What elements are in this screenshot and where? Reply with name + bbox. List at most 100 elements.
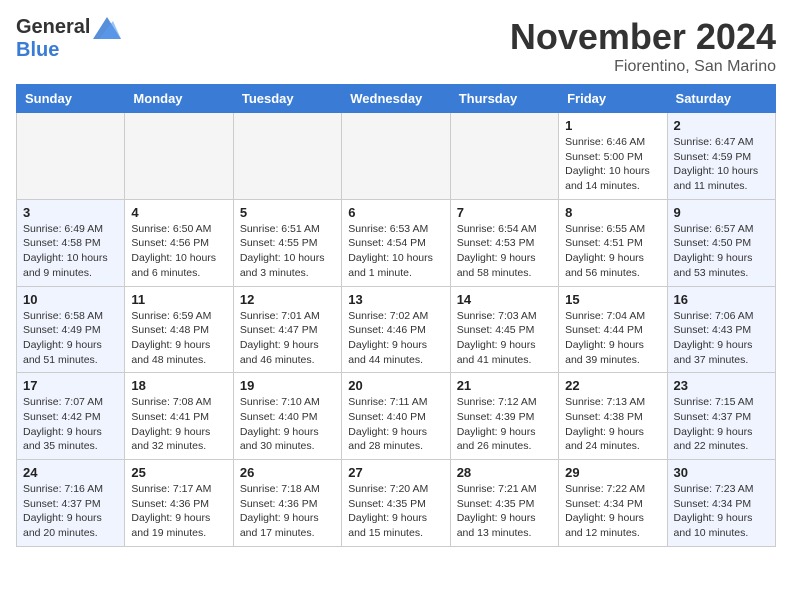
day-number: 17 — [23, 378, 118, 393]
cell-info: Sunrise: 6:46 AM Sunset: 5:00 PM Dayligh… — [565, 135, 660, 194]
cell-info: Sunrise: 7:11 AM Sunset: 4:40 PM Dayligh… — [348, 395, 443, 454]
day-number: 29 — [565, 465, 660, 480]
calendar-cell: 18 Sunrise: 7:08 AM Sunset: 4:41 PM Dayli… — [125, 373, 233, 460]
cell-info: Sunrise: 6:49 AM Sunset: 4:58 PM Dayligh… — [23, 222, 118, 281]
cell-info: Sunrise: 7:18 AM Sunset: 4:36 PM Dayligh… — [240, 482, 335, 541]
calendar-cell: 7 Sunrise: 6:54 AM Sunset: 4:53 PM Daylig… — [450, 199, 558, 286]
cell-info: Sunrise: 7:20 AM Sunset: 4:35 PM Dayligh… — [348, 482, 443, 541]
logo: General Blue — [16, 16, 121, 62]
calendar-cell: 9 Sunrise: 6:57 AM Sunset: 4:50 PM Daylig… — [667, 199, 775, 286]
day-number: 11 — [131, 292, 226, 307]
logo-general-text: General — [16, 16, 90, 39]
calendar-cell: 21Sunrise: 7:12 AM Sunset: 4:39 PM Dayli… — [450, 373, 558, 460]
cell-info: Sunrise: 7:08 AM Sunset: 4:41 PM Dayligh… — [131, 395, 226, 454]
cell-info: Sunrise: 7:03 AM Sunset: 4:45 PM Dayligh… — [457, 309, 552, 368]
calendar-cell: 24 Sunrise: 7:16 AM Sunset: 4:37 PM Dayli… — [17, 460, 125, 547]
cell-info: Sunrise: 7:01 AM Sunset: 4:47 PM Dayligh… — [240, 309, 335, 368]
calendar-cell: 28 Sunrise: 7:21 AM Sunset: 4:35 PM Dayli… — [450, 460, 558, 547]
cell-info: Sunrise: 7:06 AM Sunset: 4:43 PM Dayligh… — [674, 309, 769, 368]
calendar-cell — [342, 113, 450, 200]
header: General Blue November 2024 Fiorentino, S… — [16, 16, 776, 76]
day-number: 19 — [240, 378, 335, 393]
calendar-cell: 17Sunrise: 7:07 AM Sunset: 4:42 PM Dayli… — [17, 373, 125, 460]
cell-info: Sunrise: 6:57 AM Sunset: 4:50 PM Dayligh… — [674, 222, 769, 281]
cell-info: Sunrise: 6:54 AM Sunset: 4:53 PM Dayligh… — [457, 222, 552, 281]
day-number: 20 — [348, 378, 443, 393]
calendar-cell: 10Sunrise: 6:58 AM Sunset: 4:49 PM Dayli… — [17, 286, 125, 373]
calendar-cell: 14 Sunrise: 7:03 AM Sunset: 4:45 PM Dayli… — [450, 286, 558, 373]
calendar-cell: 11 Sunrise: 6:59 AM Sunset: 4:48 PM Dayli… — [125, 286, 233, 373]
day-number: 26 — [240, 465, 335, 480]
calendar-cell — [125, 113, 233, 200]
day-number: 21 — [457, 378, 552, 393]
calendar-cell: 26 Sunrise: 7:18 AM Sunset: 4:36 PM Dayli… — [233, 460, 341, 547]
logo-icon — [93, 17, 121, 39]
calendar-week-row: 10Sunrise: 6:58 AM Sunset: 4:49 PM Dayli… — [17, 286, 776, 373]
calendar-cell: 19Sunrise: 7:10 AM Sunset: 4:40 PM Dayli… — [233, 373, 341, 460]
calendar-cell — [233, 113, 341, 200]
calendar-cell: 25Sunrise: 7:17 AM Sunset: 4:36 PM Dayli… — [125, 460, 233, 547]
calendar-cell — [450, 113, 558, 200]
day-number: 1 — [565, 118, 660, 133]
title-area: November 2024 Fiorentino, San Marino — [510, 16, 776, 76]
cell-info: Sunrise: 7:21 AM Sunset: 4:35 PM Dayligh… — [457, 482, 552, 541]
logo-blue-text: Blue — [16, 39, 59, 62]
month-title: November 2024 — [510, 16, 776, 58]
day-number: 9 — [674, 205, 769, 220]
day-number: 16 — [674, 292, 769, 307]
col-header-sunday: Sunday — [17, 85, 125, 113]
calendar-week-row: 24 Sunrise: 7:16 AM Sunset: 4:37 PM Dayli… — [17, 460, 776, 547]
calendar-cell: 30Sunrise: 7:23 AM Sunset: 4:34 PM Dayli… — [667, 460, 775, 547]
day-number: 24 — [23, 465, 118, 480]
calendar-cell: 29 Sunrise: 7:22 AM Sunset: 4:34 PM Dayli… — [559, 460, 667, 547]
calendar-header-row: SundayMondayTuesdayWednesdayThursdayFrid… — [17, 85, 776, 113]
cell-info: Sunrise: 6:59 AM Sunset: 4:48 PM Dayligh… — [131, 309, 226, 368]
calendar-cell: 16 Sunrise: 7:06 AM Sunset: 4:43 PM Dayli… — [667, 286, 775, 373]
day-number: 8 — [565, 205, 660, 220]
day-number: 2 — [674, 118, 769, 133]
day-number: 27 — [348, 465, 443, 480]
cell-info: Sunrise: 6:53 AM Sunset: 4:54 PM Dayligh… — [348, 222, 443, 281]
cell-info: Sunrise: 6:58 AM Sunset: 4:49 PM Dayligh… — [23, 309, 118, 368]
cell-info: Sunrise: 7:16 AM Sunset: 4:37 PM Dayligh… — [23, 482, 118, 541]
calendar-cell: 8 Sunrise: 6:55 AM Sunset: 4:51 PM Daylig… — [559, 199, 667, 286]
day-number: 3 — [23, 205, 118, 220]
calendar-week-row: 3 Sunrise: 6:49 AM Sunset: 4:58 PM Daylig… — [17, 199, 776, 286]
calendar-cell: 2 Sunrise: 6:47 AM Sunset: 4:59 PM Daylig… — [667, 113, 775, 200]
calendar-cell: 15Sunrise: 7:04 AM Sunset: 4:44 PM Dayli… — [559, 286, 667, 373]
calendar-cell: 23Sunrise: 7:15 AM Sunset: 4:37 PM Dayli… — [667, 373, 775, 460]
cell-info: Sunrise: 7:23 AM Sunset: 4:34 PM Dayligh… — [674, 482, 769, 541]
calendar-week-row: 17Sunrise: 7:07 AM Sunset: 4:42 PM Dayli… — [17, 373, 776, 460]
calendar-cell: 20 Sunrise: 7:11 AM Sunset: 4:40 PM Dayli… — [342, 373, 450, 460]
calendar-cell — [17, 113, 125, 200]
col-header-saturday: Saturday — [667, 85, 775, 113]
calendar-cell: 5Sunrise: 6:51 AM Sunset: 4:55 PM Daylig… — [233, 199, 341, 286]
day-number: 14 — [457, 292, 552, 307]
day-number: 7 — [457, 205, 552, 220]
day-number: 22 — [565, 378, 660, 393]
col-header-thursday: Thursday — [450, 85, 558, 113]
location: Fiorentino, San Marino — [510, 58, 776, 76]
day-number: 28 — [457, 465, 552, 480]
cell-info: Sunrise: 7:04 AM Sunset: 4:44 PM Dayligh… — [565, 309, 660, 368]
calendar-table: SundayMondayTuesdayWednesdayThursdayFrid… — [16, 84, 776, 547]
cell-info: Sunrise: 7:13 AM Sunset: 4:38 PM Dayligh… — [565, 395, 660, 454]
calendar-cell: 27 Sunrise: 7:20 AM Sunset: 4:35 PM Dayli… — [342, 460, 450, 547]
cell-info: Sunrise: 6:55 AM Sunset: 4:51 PM Dayligh… — [565, 222, 660, 281]
day-number: 4 — [131, 205, 226, 220]
calendar-cell: 3 Sunrise: 6:49 AM Sunset: 4:58 PM Daylig… — [17, 199, 125, 286]
calendar-cell: 6 Sunrise: 6:53 AM Sunset: 4:54 PM Daylig… — [342, 199, 450, 286]
calendar-cell: 1 Sunrise: 6:46 AM Sunset: 5:00 PM Daylig… — [559, 113, 667, 200]
cell-info: Sunrise: 7:15 AM Sunset: 4:37 PM Dayligh… — [674, 395, 769, 454]
cell-info: Sunrise: 6:47 AM Sunset: 4:59 PM Dayligh… — [674, 135, 769, 194]
col-header-friday: Friday — [559, 85, 667, 113]
cell-info: Sunrise: 7:22 AM Sunset: 4:34 PM Dayligh… — [565, 482, 660, 541]
day-number: 6 — [348, 205, 443, 220]
day-number: 18 — [131, 378, 226, 393]
col-header-wednesday: Wednesday — [342, 85, 450, 113]
day-number: 25 — [131, 465, 226, 480]
cell-info: Sunrise: 6:51 AM Sunset: 4:55 PM Dayligh… — [240, 222, 335, 281]
col-header-monday: Monday — [125, 85, 233, 113]
calendar-cell: 22 Sunrise: 7:13 AM Sunset: 4:38 PM Dayli… — [559, 373, 667, 460]
cell-info: Sunrise: 7:02 AM Sunset: 4:46 PM Dayligh… — [348, 309, 443, 368]
